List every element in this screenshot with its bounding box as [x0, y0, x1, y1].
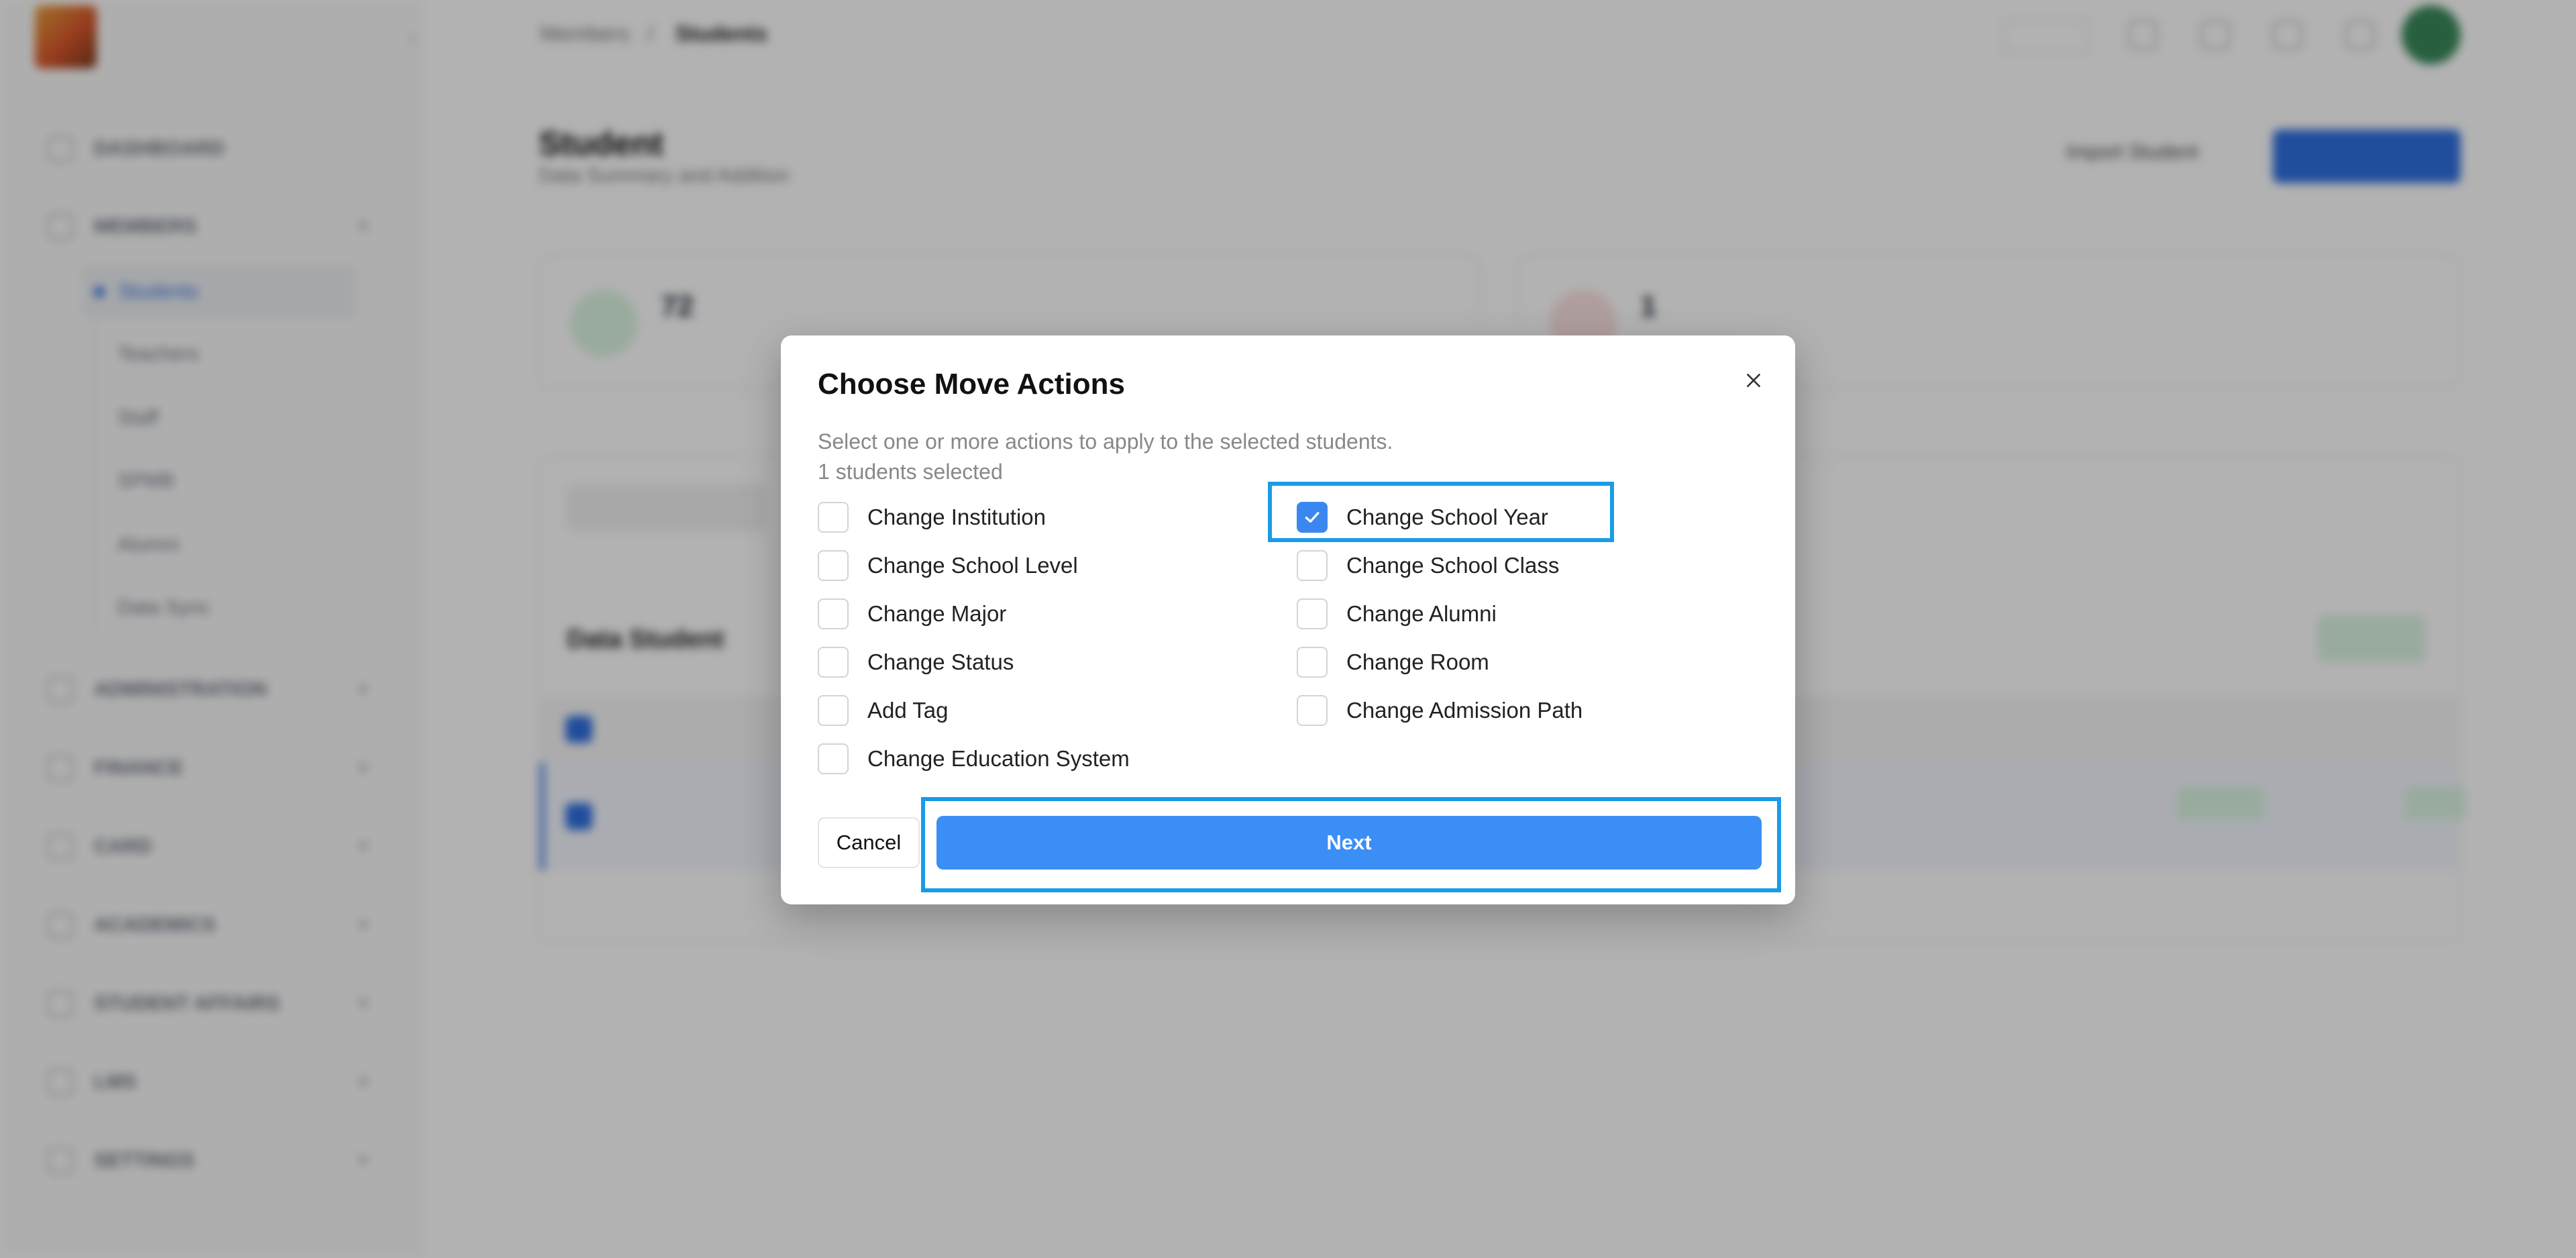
- checkbox[interactable]: [818, 550, 849, 581]
- close-button[interactable]: [1737, 364, 1770, 397]
- option-label: Change Admission Path: [1346, 698, 1583, 723]
- checkbox[interactable]: [818, 695, 849, 726]
- option-label: Change Institution: [867, 505, 1046, 529]
- option-change-alumni[interactable]: Change Alumni: [1297, 595, 1497, 633]
- option-label: Change Room: [1346, 649, 1489, 674]
- selected-count: 1 students selected: [818, 460, 1003, 484]
- option-change-admission-path[interactable]: Change Admission Path: [1297, 692, 1582, 729]
- checkbox[interactable]: [818, 743, 849, 774]
- check-icon: [1305, 512, 1320, 523]
- checkbox[interactable]: [1297, 550, 1328, 581]
- option-label: Change School Year: [1346, 505, 1548, 529]
- checkbox[interactable]: [818, 502, 849, 533]
- option-label: Change Alumni: [1346, 601, 1497, 626]
- option-change-major[interactable]: Change Major: [818, 595, 1006, 633]
- checkbox[interactable]: [1297, 647, 1328, 678]
- option-change-education-system[interactable]: Change Education System: [818, 740, 1130, 778]
- checkbox[interactable]: [1297, 695, 1328, 726]
- option-change-school-level[interactable]: Change School Level: [818, 547, 1078, 584]
- option-label: Change Education System: [867, 746, 1130, 771]
- option-add-tag[interactable]: Add Tag: [818, 692, 949, 729]
- checkbox[interactable]: [1297, 598, 1328, 629]
- checkbox-checked[interactable]: [1297, 502, 1328, 533]
- option-label: Change School Level: [867, 553, 1078, 578]
- option-change-status[interactable]: Change Status: [818, 643, 1014, 681]
- checkbox[interactable]: [818, 598, 849, 629]
- option-label: Change Status: [867, 649, 1014, 674]
- option-label: Change Major: [867, 601, 1007, 626]
- checkbox[interactable]: [818, 647, 849, 678]
- close-icon: [1747, 374, 1760, 387]
- option-change-school-year[interactable]: Change School Year: [1297, 499, 1548, 536]
- option-change-institution[interactable]: Change Institution: [818, 499, 1046, 536]
- option-label: Change School Class: [1346, 553, 1560, 578]
- next-button[interactable]: Next: [936, 816, 1762, 870]
- cancel-button[interactable]: Cancel: [818, 817, 920, 868]
- move-actions-dialog: Choose Move Actions Select one or more a…: [781, 335, 1795, 904]
- option-change-school-class[interactable]: Change School Class: [1297, 547, 1559, 584]
- dialog-title: Choose Move Actions: [818, 368, 1125, 401]
- option-label: Add Tag: [867, 698, 949, 723]
- option-change-room[interactable]: Change Room: [1297, 643, 1489, 681]
- dialog-description: Select one or more actions to apply to t…: [818, 429, 1393, 454]
